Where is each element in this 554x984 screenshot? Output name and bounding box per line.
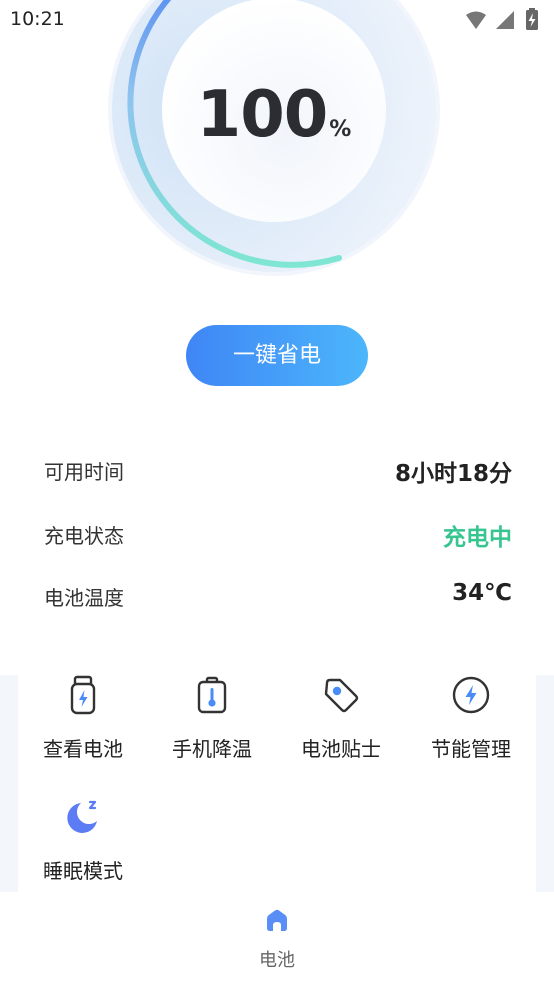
signal-icon	[496, 11, 514, 29]
battery-view-icon	[70, 675, 96, 715]
lightning-circle-icon	[452, 676, 490, 714]
bottom-nav: 电池	[0, 892, 554, 984]
tool-label-view-battery: 查看电池	[43, 737, 123, 761]
battery-level-unit: %	[329, 117, 352, 142]
moon-sleep-icon	[67, 800, 97, 833]
tool-label-cool-down: 手机降温	[172, 737, 252, 761]
available-time-value: 8小时18分	[394, 461, 512, 487]
temperature-label: 电池温度	[44, 586, 124, 610]
tool-battery-tips[interactable]: 电池贴士	[276, 675, 406, 762]
status-time: 10:21	[10, 8, 65, 30]
home-icon	[267, 909, 287, 931]
battery-charging-icon	[526, 8, 538, 30]
battery-level-number: 100	[196, 78, 329, 152]
info-row-available-time: 可用时间 8小时18分	[44, 452, 512, 488]
tool-label-energy-management: 节能管理	[431, 737, 511, 761]
tool-view-battery[interactable]: 查看电池	[18, 675, 148, 762]
battery-level: 100%	[164, 78, 384, 152]
info-row-charge-status: 充电状态 充电中	[44, 516, 512, 552]
status-icons	[466, 8, 538, 30]
available-time-label: 可用时间	[44, 460, 124, 484]
charge-status-value: 充电中	[443, 525, 512, 551]
nav-label-battery: 电池	[259, 950, 295, 971]
tool-label-battery-tips: 电池贴士	[301, 737, 381, 761]
tool-energy-management[interactable]: 节能管理	[406, 675, 536, 762]
one-key-save-button[interactable]: 一键省电	[186, 325, 368, 386]
tag-icon	[324, 678, 359, 713]
battery-thermometer-icon	[197, 676, 227, 714]
tool-cool-down[interactable]: 手机降温	[147, 675, 277, 762]
tool-sleep-mode[interactable]: 睡眠模式	[18, 797, 148, 884]
temperature-value: 34℃	[452, 580, 512, 606]
nav-item-battery[interactable]: 电池	[237, 906, 317, 972]
wifi-icon	[466, 11, 486, 29]
tools-panel: 查看电池 手机降温 电池贴士 节能管理 睡眠模式	[18, 675, 536, 892]
tool-label-sleep-mode: 睡眠模式	[43, 859, 123, 883]
info-row-temperature: 电池温度 34℃	[44, 578, 512, 614]
charge-status-label: 充电状态	[44, 524, 124, 548]
